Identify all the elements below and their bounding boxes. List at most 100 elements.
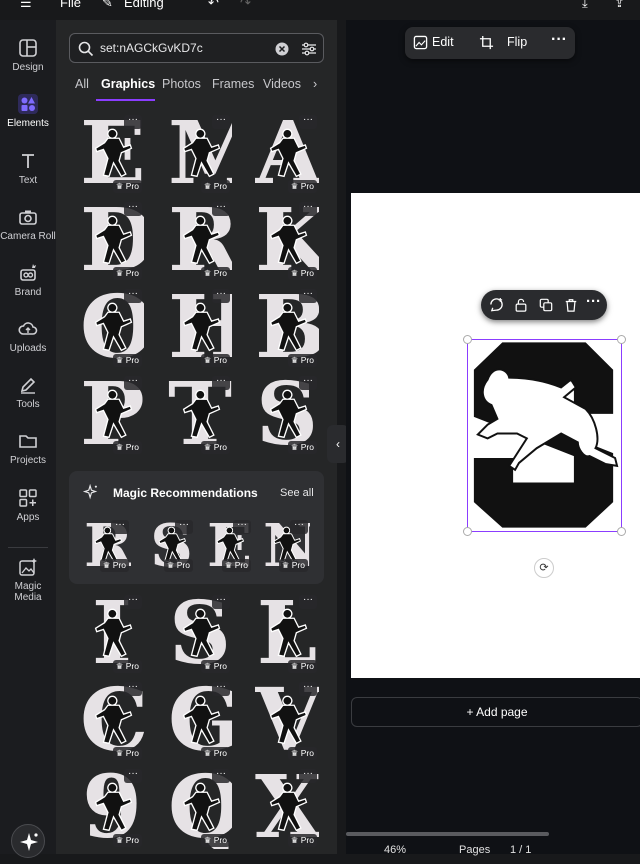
graphic-tile[interactable]: C···♛ Pro [80, 680, 144, 762]
download-icon[interactable]: ⤓ [582, 0, 588, 11]
graphic-tile[interactable]: D···♛ Pro [80, 200, 144, 282]
more-options-icon[interactable]: ··· [299, 769, 317, 783]
graphic-tile[interactable]: V···♛ Pro [255, 680, 319, 762]
resize-handle[interactable] [463, 527, 472, 536]
graphic-tile[interactable]: A···♛ Pro [255, 113, 319, 195]
graphic-tile[interactable]: L···♛ Pro [255, 593, 319, 675]
more-options-icon[interactable]: ··· [124, 769, 142, 783]
share-icon[interactable]: ⇪ [614, 0, 625, 11]
see-all-link[interactable]: See all [280, 487, 314, 499]
more-options-icon[interactable]: ··· [290, 520, 308, 534]
more-options-icon[interactable]: ··· [212, 376, 230, 390]
more-options-icon[interactable]: ··· [124, 289, 142, 303]
graphic-tile[interactable]: S···♛ Pro [168, 593, 232, 675]
more-options-icon[interactable]: ··· [299, 202, 317, 216]
graphic-tile[interactable]: I···♛ Pro [80, 593, 144, 675]
horizontal-scrollbar[interactable] [346, 832, 549, 836]
more-options-icon[interactable]: ··· [212, 769, 230, 783]
more-options-icon[interactable]: ··· [299, 682, 317, 696]
rail-item-text[interactable]: Text [0, 151, 56, 186]
comment-add-icon[interactable] [489, 297, 504, 312]
more-options-icon[interactable]: ··· [124, 202, 142, 216]
graphic-tile[interactable]: P···♛ Pro [80, 374, 144, 456]
pages-button[interactable]: Pages [459, 844, 490, 856]
athlete-silhouette-icon [269, 782, 307, 831]
rail-item-design[interactable]: Design [0, 38, 56, 73]
more-options-icon[interactable]: ··· [212, 595, 230, 609]
clear-icon[interactable] [275, 42, 289, 56]
tab-photos[interactable]: Photos [162, 77, 201, 91]
graphic-tile[interactable]: G···♛ Pro [168, 680, 232, 762]
rail-item-uploads[interactable]: Uploads [0, 319, 56, 354]
more-options-icon[interactable]: ··· [212, 682, 230, 696]
rotate-icon[interactable]: ⟳ [534, 558, 554, 578]
graphic-tile[interactable]: K···♛ Pro [255, 200, 319, 282]
graphic-tile[interactable]: N···♛ Pro [263, 518, 310, 574]
more-options-icon[interactable]: ··· [175, 520, 193, 534]
graphic-tile[interactable]: O···♛ Pro [80, 287, 144, 369]
more-options-icon[interactable]: ··· [299, 115, 317, 129]
rail-item-apps[interactable]: Apps [0, 488, 56, 523]
more-options-icon[interactable]: ··· [124, 595, 142, 609]
more-options-icon[interactable]: ··· [586, 293, 601, 310]
graphic-tile[interactable]: E···♛ Pro [206, 518, 253, 574]
graphic-tile[interactable]: R···♛ Pro [84, 518, 131, 574]
tab-all[interactable]: All [75, 77, 89, 91]
search-field[interactable]: set:nAGCkGvKD7c [69, 33, 324, 63]
more-options-icon[interactable]: ··· [124, 376, 142, 390]
more-options-icon[interactable]: ··· [212, 202, 230, 216]
resize-handle[interactable] [617, 527, 626, 536]
lock-icon[interactable] [514, 298, 528, 312]
graphic-tile[interactable]: S···♛ Pro [255, 374, 319, 456]
tab-frames[interactable]: Frames [212, 77, 254, 91]
more-options-icon[interactable]: ··· [212, 289, 230, 303]
graphic-tile[interactable]: 9···♛ Pro [80, 767, 144, 849]
graphic-tile[interactable]: R···♛ Pro [168, 200, 232, 282]
menu-icon[interactable]: ☰ [20, 0, 32, 11]
more-options-icon[interactable]: ··· [299, 289, 317, 303]
tabs-scroll-right-icon[interactable]: › [313, 77, 317, 91]
tab-graphics[interactable]: Graphics [101, 77, 155, 91]
rail-item-camera-roll[interactable]: Camera Roll [0, 207, 56, 242]
resize-handle[interactable] [617, 335, 626, 344]
search-input[interactable]: set:nAGCkGvKD7c [100, 41, 203, 55]
rail-item-elements[interactable]: Elements [0, 94, 56, 129]
mode-menu[interactable]: Editing [124, 0, 164, 10]
graphic-tile[interactable]: Q···♛ Pro [168, 767, 232, 849]
redo-icon[interactable]: ↷ [240, 0, 251, 11]
more-options-icon[interactable]: ··· [124, 115, 142, 129]
more-options-icon[interactable]: ··· [299, 376, 317, 390]
crop-icon[interactable] [479, 35, 494, 50]
tab-videos[interactable]: Videos [263, 77, 301, 91]
file-menu[interactable]: File [60, 0, 81, 10]
more-options-icon[interactable]: ··· [233, 520, 251, 534]
more-options-icon[interactable]: ··· [111, 520, 129, 534]
graphic-tile[interactable]: E···♛ Pro [80, 113, 144, 195]
edit-button[interactable]: Edit [432, 35, 454, 49]
more-options-icon[interactable]: ··· [299, 595, 317, 609]
filter-icon[interactable] [301, 41, 317, 57]
add-page-button[interactable]: + Add page [351, 697, 640, 727]
graphic-tile[interactable]: B···♛ Pro [255, 287, 319, 369]
zoom-level[interactable]: 46% [384, 844, 406, 856]
undo-icon[interactable]: ↶ [208, 0, 219, 11]
trash-icon[interactable] [564, 298, 578, 312]
more-options-icon[interactable]: ··· [124, 682, 142, 696]
rail-item-tools[interactable]: Tools [0, 375, 56, 410]
rail-item-magic-media[interactable]: Magic Media [0, 557, 56, 603]
duplicate-icon[interactable] [539, 298, 553, 312]
design-page[interactable]: ··· ⟳ [351, 193, 640, 678]
more-options-icon[interactable]: ··· [212, 115, 230, 129]
resize-handle[interactable] [463, 335, 472, 344]
rail-item-brand[interactable]: Brand [0, 263, 56, 298]
selected-graphic[interactable] [463, 335, 626, 536]
graphic-tile[interactable]: M···♛ Pro [168, 113, 232, 195]
flip-button[interactable]: Flip [507, 35, 527, 49]
magic-assistant-button[interactable] [11, 824, 45, 858]
graphic-tile[interactable]: X···♛ Pro [255, 767, 319, 849]
graphic-tile[interactable]: T···♛ Pro [168, 374, 232, 456]
more-options-icon[interactable]: ··· [551, 31, 567, 49]
rail-item-projects[interactable]: Projects [0, 431, 56, 466]
graphic-tile[interactable]: H···♛ Pro [168, 287, 232, 369]
graphic-tile[interactable]: S···♛ Pro [148, 518, 195, 574]
